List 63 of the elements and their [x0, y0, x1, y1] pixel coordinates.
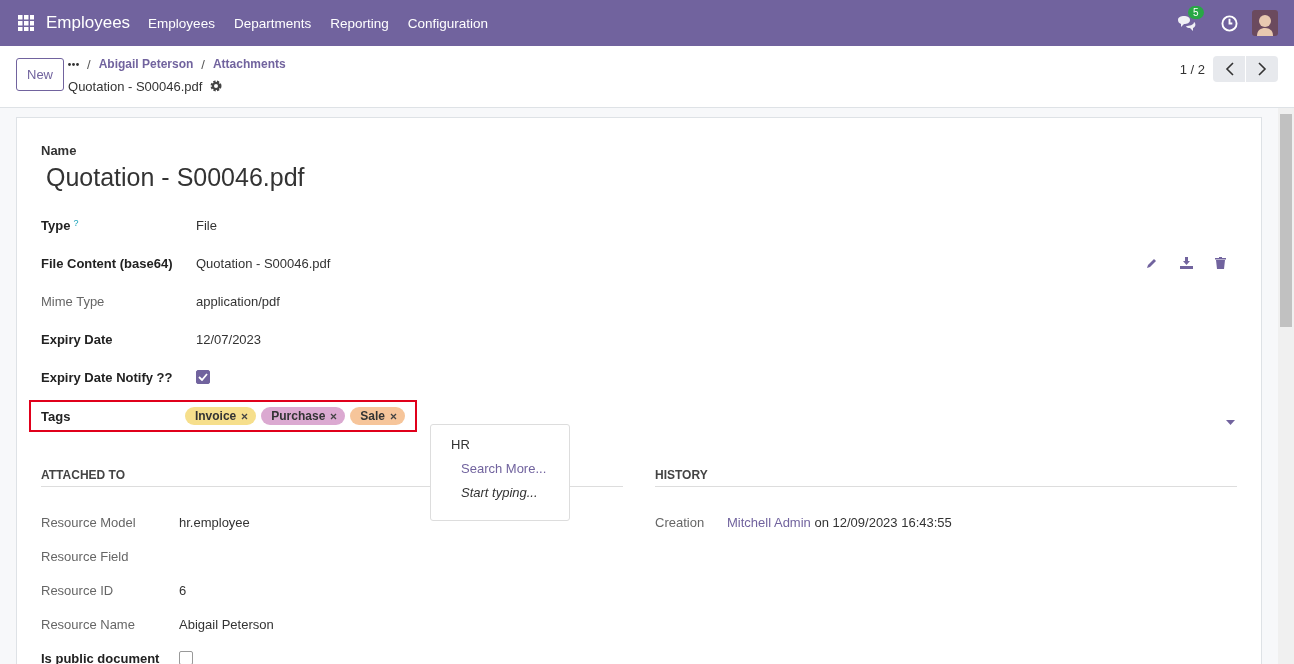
caret-icon[interactable] [1226, 420, 1235, 425]
help-tooltip-mark[interactable]: ? [73, 217, 79, 233]
field-label: Resource Field [41, 548, 130, 564]
tag-chip[interactable]: Purchase [261, 407, 346, 425]
chat-icon[interactable] [1177, 15, 1197, 31]
record-name[interactable]: Quotation - S00046.pdf [46, 163, 1237, 192]
chevron-right-icon [1257, 62, 1267, 76]
field-value: application/pdf [196, 293, 280, 309]
field-label: Name [41, 143, 78, 158]
close-icon[interactable] [390, 412, 397, 420]
field-label: Resource ID [41, 582, 115, 598]
menu-item[interactable]: Departments [233, 15, 312, 31]
clock-icon[interactable] [1221, 14, 1238, 32]
scrollbar[interactable] [1278, 108, 1294, 664]
field-label: Tags [41, 408, 71, 424]
menu-item[interactable]: Configuration [407, 15, 489, 31]
settings-icon[interactable] [210, 80, 223, 92]
field-value: hr.employee [179, 514, 250, 530]
dropdown-hint: Start typing... [461, 485, 539, 500]
user-link[interactable]: Mitchell Admin [727, 514, 811, 530]
previous-button[interactable] [1213, 56, 1245, 82]
download-icon[interactable] [1180, 257, 1193, 269]
message-count-badge: 5 [1188, 6, 1204, 19]
new-button[interactable]: New [16, 58, 64, 91]
field-value: Abigail Peterson [179, 616, 274, 632]
field-label: Creation [655, 514, 706, 530]
breadcrumb-link[interactable]: Attachments [212, 57, 286, 71]
dropdown-item[interactable]: Search More... [461, 461, 569, 476]
breadcrumb-link[interactable]: Abigail Peterson [98, 57, 194, 71]
close-icon[interactable] [330, 412, 338, 420]
chevron-left-icon [1224, 62, 1234, 76]
ellipsis-icon[interactable] [68, 62, 79, 66]
apps-grid-icon[interactable] [18, 15, 34, 31]
field-value: 6 [179, 582, 187, 598]
breadcrumb-separator: / [201, 56, 205, 72]
dropdown-item[interactable]: HR [451, 437, 569, 452]
pager-counter: 1 / 2 [1179, 62, 1205, 77]
pencil-icon[interactable] [1146, 257, 1158, 269]
tag-chip[interactable]: Sale [350, 407, 405, 425]
checkbox[interactable] [179, 651, 193, 664]
user-avatar[interactable] [1252, 10, 1278, 36]
trash-icon[interactable] [1215, 257, 1226, 269]
section-heading: HISTORY [655, 468, 1237, 487]
record-title: Quotation - S00046.pdf [68, 78, 203, 94]
checkbox[interactable] [196, 370, 210, 384]
field-label: Expiry Date Notify ?? [41, 369, 173, 385]
field-label: File Content (base64) [41, 255, 173, 271]
menu-item[interactable]: Employees [148, 15, 215, 31]
field-value: File [196, 217, 217, 233]
field-value: on 12/09/2023 16:43:55 [814, 514, 952, 530]
field-value: 12/07/2023 [196, 331, 262, 347]
close-icon[interactable] [241, 412, 249, 420]
breadcrumb-separator: / [87, 56, 91, 72]
field-label: Type [41, 217, 71, 233]
menu-item[interactable]: Reporting [330, 15, 389, 31]
field-label: Mime Type [41, 293, 105, 309]
tag-chip[interactable]: Invoice [184, 407, 257, 425]
field-label: Expiry Date [41, 331, 113, 347]
field-value: Quotation - S00046.pdf [196, 255, 331, 271]
field-label: Resource Model [41, 514, 137, 530]
app-name[interactable]: Employees [46, 13, 131, 33]
next-button[interactable] [1246, 56, 1278, 82]
field-label: Resource Name [41, 616, 136, 632]
